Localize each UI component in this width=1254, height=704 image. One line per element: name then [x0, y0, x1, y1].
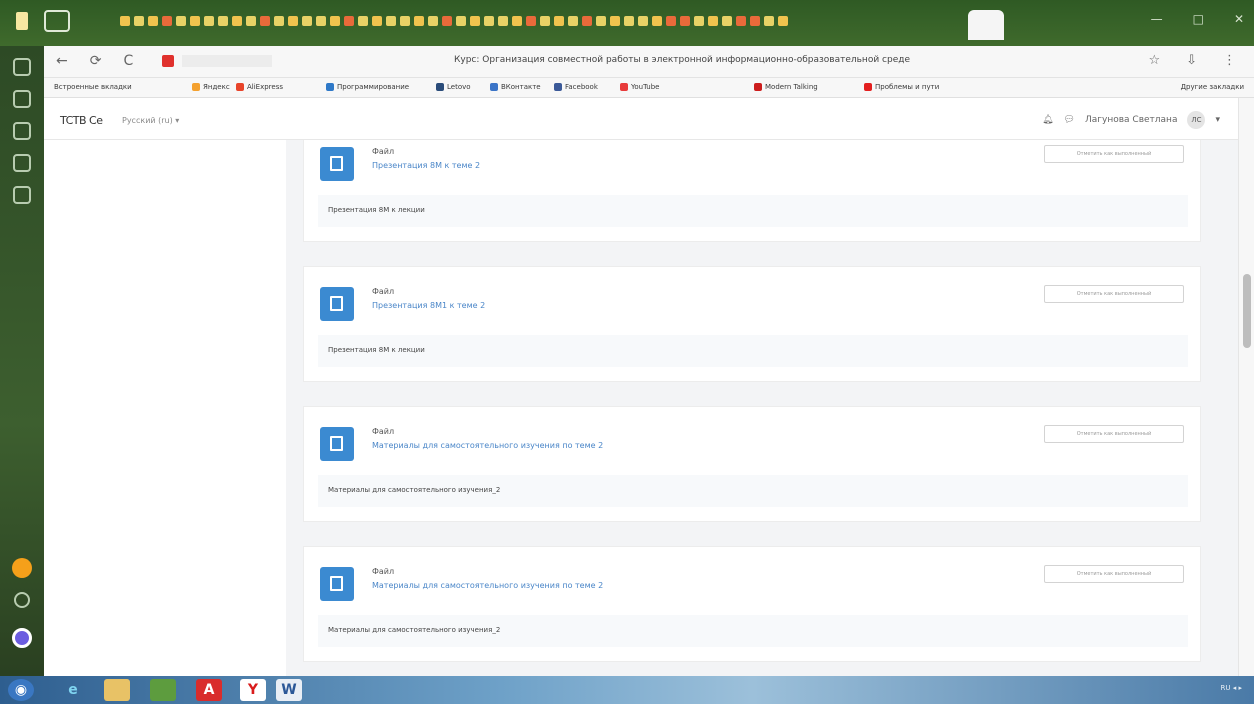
window-controls: — □ ✕ — [1151, 12, 1244, 26]
activity-description: Презентация 8М к лекции — [318, 335, 1188, 367]
activity-type: Файл — [372, 147, 395, 156]
mark-done-button[interactable]: Отметить как выполненный — [1044, 285, 1184, 303]
activity-description: Материалы для самостоятельного изучения_… — [318, 475, 1188, 507]
activity-card: Файл Презентация 8М к теме 2 Отметить ка… — [303, 140, 1201, 242]
bookmark-item[interactable]: Программирование — [326, 83, 409, 91]
mark-done-button[interactable]: Отметить как выполненный — [1044, 565, 1184, 583]
activity-type: Файл — [372, 567, 395, 576]
profile-icon[interactable] — [12, 558, 32, 578]
activity-description: Материалы для самостоятельного изучения_… — [318, 615, 1188, 647]
word-icon[interactable]: W — [276, 679, 302, 701]
refresh-icon[interactable]: C — [123, 53, 133, 69]
bookmark-item[interactable]: AliExpress — [236, 83, 283, 91]
site-logo[interactable]: TCTB Ce — [60, 114, 103, 127]
bookmarks-bar: Встроенные вкладки Яндекс AliExpress Про… — [44, 78, 1254, 98]
acrobat-icon[interactable]: A — [196, 679, 222, 701]
browser-sidebar — [0, 46, 44, 676]
bookmark-item[interactable]: Facebook — [554, 83, 598, 91]
mark-done-button[interactable]: Отметить как выполненный — [1044, 145, 1184, 163]
yandex-browser-icon[interactable]: Y — [240, 679, 266, 701]
user-name[interactable]: Лагунова Светлана — [1085, 115, 1177, 125]
reload-icon[interactable]: ⟳ — [90, 53, 102, 69]
activity-type: Файл — [372, 287, 395, 296]
course-sidebar — [44, 140, 286, 676]
minimize-icon[interactable]: — — [1151, 12, 1163, 26]
windows-taskbar: ◉ e A Y W RU ◂ ▸ — [0, 676, 1254, 704]
activity-link[interactable]: Презентация 8М1 к теме 2 — [372, 301, 485, 310]
file-icon[interactable] — [320, 287, 354, 321]
bookmark-item[interactable]: Проблемы и пути — [864, 83, 939, 91]
bookmark-builtin[interactable]: Встроенные вкладки — [54, 83, 132, 91]
browser-toolbar: ← ⟳ C Курс: Организация совместной работ… — [44, 46, 1254, 78]
site-security-icon[interactable] — [162, 55, 174, 67]
activity-type: Файл — [372, 427, 395, 436]
media-player-icon[interactable] — [150, 679, 176, 701]
main-area: Файл Презентация 8М к теме 2 Отметить ка… — [44, 140, 1238, 676]
alice-icon[interactable] — [13, 58, 31, 76]
menu-icon[interactable]: ⋮ — [1223, 53, 1236, 68]
scrollbar-thumb[interactable] — [1243, 274, 1251, 348]
file-explorer-icon[interactable] — [104, 679, 130, 701]
activity-link[interactable]: Презентация 8М к теме 2 — [372, 161, 480, 170]
address-bar[interactable] — [182, 55, 272, 67]
file-icon[interactable] — [320, 567, 354, 601]
bookmark-item[interactable]: ВКонтакте — [490, 83, 541, 91]
browser-tab-strip: — □ ✕ — [0, 0, 1254, 46]
activity-card: Файл Материалы для самостоятельного изуч… — [303, 546, 1201, 662]
maximize-icon[interactable]: □ — [1193, 12, 1204, 26]
page-title: Курс: Организация совместной работы в эл… — [454, 55, 910, 65]
bookmark-item[interactable]: Modern Talking — [754, 83, 818, 91]
tab-overview-button[interactable] — [44, 10, 70, 32]
pinned-tabs[interactable] — [120, 16, 788, 26]
mark-done-button[interactable]: Отметить как выполненный — [1044, 425, 1184, 443]
bookmark-others[interactable]: Другие закладки — [1181, 83, 1244, 91]
chevron-down-icon[interactable]: ▾ — [1215, 115, 1220, 125]
file-icon[interactable] — [320, 427, 354, 461]
app-icon[interactable] — [14, 592, 30, 608]
file-icon[interactable] — [320, 147, 354, 181]
page-scrollbar[interactable] — [1238, 98, 1254, 676]
system-tray[interactable]: RU ◂ ▸ — [1221, 684, 1242, 692]
avatar[interactable]: ЛС — [1187, 111, 1206, 129]
assistant-icon[interactable] — [12, 628, 32, 648]
course-content: Файл Презентация 8М к теме 2 Отметить ка… — [286, 140, 1238, 676]
close-icon[interactable]: ✕ — [1234, 12, 1244, 26]
activity-link[interactable]: Материалы для самостоятельного изучения … — [372, 581, 603, 590]
activity-card: Файл Презентация 8М1 к теме 2 Отметить к… — [303, 266, 1201, 382]
bookmark-item[interactable]: Яндекс — [192, 83, 230, 91]
back-icon[interactable]: ← — [56, 53, 68, 69]
bookmark-item[interactable]: Letovo — [436, 83, 471, 91]
settings-icon[interactable] — [13, 186, 31, 204]
language-selector[interactable]: Русский (ru) ▾ — [122, 116, 179, 125]
activity-link[interactable]: Материалы для самостоятельного изучения … — [372, 441, 603, 450]
bookmark-icon[interactable]: ☆ — [1148, 53, 1160, 68]
notes-icon[interactable] — [13, 154, 31, 172]
site-header: TCTB Ce Русский (ru) ▾ 🔔︎ 💬︎ Лагунова Св… — [44, 98, 1238, 140]
active-tab[interactable] — [968, 10, 1004, 40]
collections-icon[interactable] — [13, 122, 31, 140]
activity-card: Файл Материалы для самостоятельного изуч… — [303, 406, 1201, 522]
downloads-icon[interactable]: ⇩ — [1186, 53, 1197, 68]
messages-icon[interactable]: 💬︎ — [1064, 115, 1075, 125]
bookmark-item[interactable]: YouTube — [620, 83, 659, 91]
activity-description: Презентация 8М к лекции — [318, 195, 1188, 227]
messenger-icon[interactable] — [13, 90, 31, 108]
notifications-icon[interactable]: 🔔︎ — [1042, 115, 1053, 125]
internet-explorer-icon[interactable]: e — [60, 679, 86, 701]
start-button[interactable]: ◉ — [8, 679, 34, 701]
notification-icon[interactable] — [16, 12, 28, 30]
